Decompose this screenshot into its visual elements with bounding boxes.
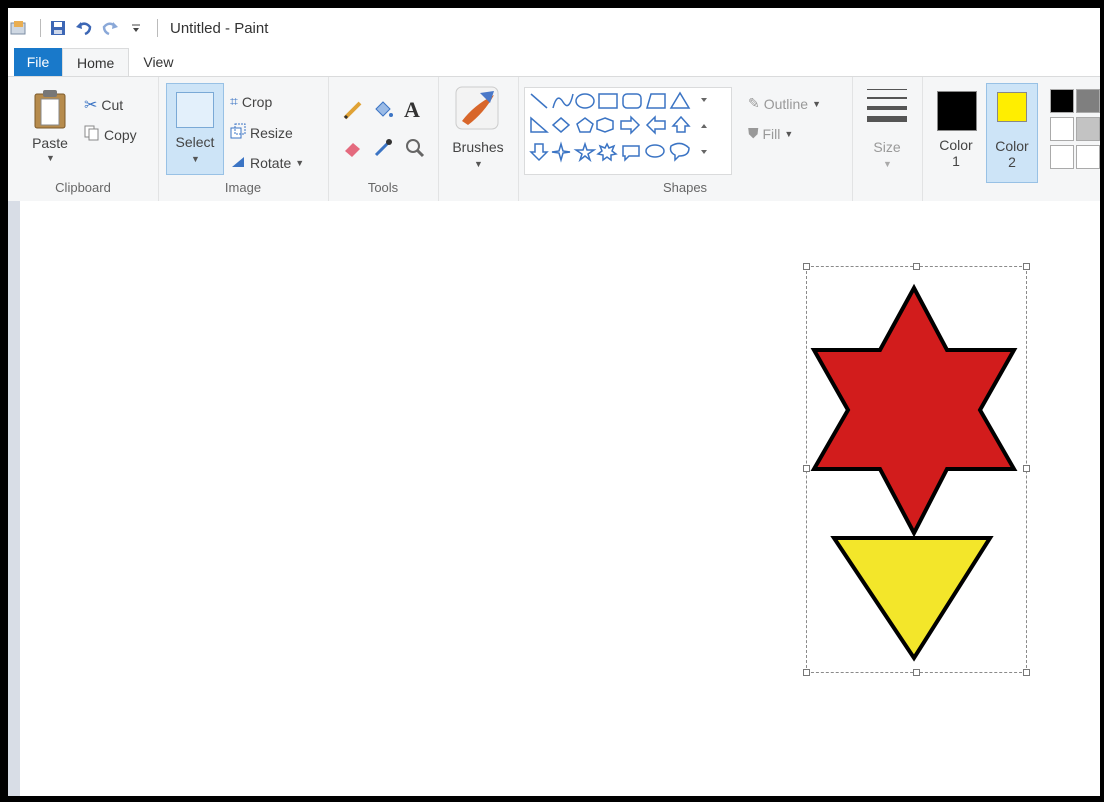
- customize-quick-access-icon[interactable]: [125, 17, 147, 39]
- select-label: Select: [175, 134, 215, 150]
- resize-label: Resize: [250, 124, 293, 141]
- paint-window: Untitled - Paint File Home View Paste ▼ …: [8, 8, 1100, 796]
- line-thickness-icon: [867, 89, 907, 122]
- palette-black-swatch[interactable]: [1050, 89, 1074, 113]
- redo-icon[interactable]: [99, 17, 121, 39]
- red-star-shape[interactable]: [810, 283, 1018, 538]
- title-bar: Untitled - Paint: [8, 8, 1100, 48]
- tools-group: A Tools: [328, 77, 439, 201]
- clipboard-group-label: Clipboard: [55, 180, 111, 195]
- size-button[interactable]: Size ▼: [860, 85, 914, 185]
- palette-light-gray-swatch[interactable]: [1076, 117, 1100, 141]
- cut-button[interactable]: ✂ Cut: [84, 95, 123, 115]
- crop-label: Crop: [241, 93, 273, 110]
- crop-icon: ⌗: [230, 93, 238, 109]
- magnifier-icon[interactable]: [404, 137, 426, 164]
- paint-app-icon: [8, 17, 30, 39]
- select-rectangle-icon: [176, 92, 214, 128]
- text-tool-icon[interactable]: A: [404, 97, 420, 123]
- outline-label: Outline: [763, 95, 809, 112]
- rotate-dropdown-icon: ▼: [295, 157, 305, 168]
- yellow-triangle-shape[interactable]: [830, 536, 994, 662]
- quick-access-separator: [40, 19, 41, 37]
- brushes-label: Brushes: [452, 139, 504, 155]
- size-group: Size ▼: [852, 77, 923, 201]
- save-icon[interactable]: [47, 17, 69, 39]
- palette-gray-swatch[interactable]: [1076, 89, 1100, 113]
- image-group-label: Image: [224, 180, 262, 195]
- brush-icon: [455, 86, 499, 130]
- brushes-group: Brushes ▼: [438, 77, 519, 201]
- window-title: Untitled - Paint: [170, 19, 269, 37]
- shapes-group-label: Shapes: [662, 180, 708, 195]
- clipboard-group: Paste ▼ ✂ Cut Copy Clipboard: [8, 77, 159, 201]
- image-group: Select ▼ ⌗ Crop Resize Rotate ▼ Image: [158, 77, 329, 201]
- eraser-icon[interactable]: [342, 137, 364, 164]
- outline-dropdown-icon: ▼: [812, 98, 822, 109]
- outline-button[interactable]: ✎ Outline ▼: [748, 95, 821, 112]
- color-1-swatch: [937, 91, 977, 131]
- fill-bucket-icon[interactable]: [372, 99, 394, 126]
- palette-white-swatch[interactable]: [1050, 117, 1074, 141]
- select-dropdown-icon: ▼: [191, 154, 200, 164]
- shapes-gallery-icons: [529, 91, 707, 163]
- color-2-label-line1: Color: [995, 138, 1029, 154]
- crop-button[interactable]: ⌗ Crop: [230, 93, 272, 110]
- outline-brush-icon: ✎: [748, 95, 760, 111]
- ribbon: Paste ▼ ✂ Cut Copy Clipboard Select ▼ ⌗ …: [8, 76, 1100, 202]
- fill-label: Fill: [762, 125, 781, 142]
- tab-file[interactable]: File: [14, 48, 62, 76]
- pencil-icon[interactable]: [342, 99, 364, 126]
- rotate-label: Rotate: [250, 154, 292, 171]
- scissors-icon: ✂: [84, 97, 98, 114]
- canvas-drawing: [810, 283, 1018, 662]
- paste-label: Paste: [32, 135, 68, 151]
- title-separator: [157, 19, 158, 37]
- color-1-label-line2: 1: [952, 153, 960, 169]
- tab-home[interactable]: Home: [62, 48, 130, 77]
- copy-icon: [84, 125, 100, 144]
- color-2-label-line2: 2: [1008, 154, 1016, 170]
- resize-icon: [230, 123, 246, 142]
- palette-empty-swatch[interactable]: [1050, 145, 1074, 169]
- paste-icon: [34, 90, 66, 129]
- size-label: Size: [873, 139, 901, 155]
- color-1-label: Color 1: [932, 137, 980, 169]
- paste-dropdown-icon: ▼: [46, 153, 55, 163]
- fill-button[interactable]: ⛊ Fill ▼: [748, 125, 793, 142]
- palette-empty-swatch[interactable]: [1076, 145, 1100, 169]
- color-2-button[interactable]: Color 2: [986, 83, 1038, 183]
- tools-group-label: Tools: [367, 180, 399, 195]
- brushes-button[interactable]: Brushes ▼: [444, 85, 512, 185]
- canvas-area[interactable]: [8, 201, 1100, 796]
- brushes-dropdown-icon: ▼: [474, 159, 483, 169]
- rotate-button[interactable]: Rotate ▼: [230, 153, 304, 172]
- tab-view[interactable]: View: [129, 48, 187, 76]
- paste-button[interactable]: Paste ▼: [28, 89, 72, 169]
- color-picker-icon[interactable]: [372, 137, 394, 164]
- fill-dropdown-icon: ▼: [784, 128, 794, 139]
- rotate-icon: [230, 153, 246, 172]
- colors-group: Color 1 Color 2: [922, 77, 1100, 201]
- size-dropdown-icon: ▼: [883, 159, 892, 169]
- color-2-label: Color 2: [987, 138, 1037, 170]
- color-1-label-line1: Color: [939, 137, 973, 153]
- fill-bucket-small-icon: ⛊: [748, 125, 759, 141]
- color-1-button[interactable]: Color 1: [932, 85, 980, 181]
- copy-button[interactable]: Copy: [84, 125, 137, 144]
- color-2-swatch: [997, 92, 1027, 122]
- select-button[interactable]: Select ▼: [166, 83, 224, 175]
- shapes-group: ✎ Outline ▼ ⛊ Fill ▼ Shapes: [518, 77, 853, 201]
- cut-label: Cut: [101, 97, 124, 113]
- resize-button[interactable]: Resize: [230, 123, 293, 142]
- copy-label: Copy: [104, 126, 137, 143]
- shapes-gallery[interactable]: [524, 87, 732, 175]
- undo-icon[interactable]: [73, 17, 95, 39]
- ribbon-tabs: File Home View: [8, 48, 1100, 77]
